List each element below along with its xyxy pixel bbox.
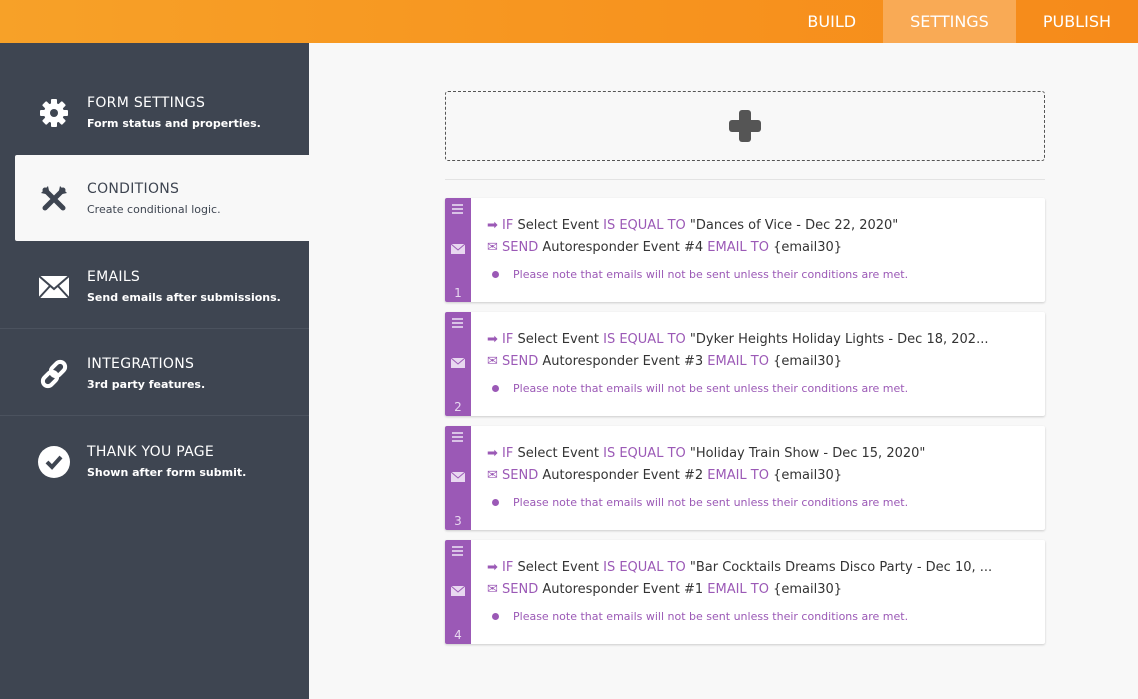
condition-field: Select Event bbox=[517, 560, 599, 575]
condition-value: "Holiday Train Show - Dec 15, 2020" bbox=[689, 446, 926, 461]
tab-publish[interactable]: PUBLISH bbox=[1016, 0, 1138, 43]
envelope-icon bbox=[451, 358, 465, 368]
email-field: {email30} bbox=[773, 582, 843, 597]
condition-number: 2 bbox=[454, 400, 462, 414]
send-keyword: SEND bbox=[502, 240, 539, 255]
send-keyword: SEND bbox=[502, 354, 539, 369]
sidebar-item-subtitle: 3rd party features. bbox=[87, 378, 206, 391]
email-to-keyword: EMAIL TO bbox=[707, 582, 769, 597]
email-to-keyword: EMAIL TO bbox=[707, 240, 769, 255]
condition-card[interactable]: 1 ➡ IF Select Event IS EQUAL TO "Dances … bbox=[445, 198, 1045, 302]
email-field: {email30} bbox=[773, 240, 843, 255]
if-keyword: IF bbox=[502, 560, 514, 575]
bullet-icon bbox=[492, 499, 499, 506]
operator-keyword: IS EQUAL TO bbox=[603, 560, 686, 575]
plus-icon bbox=[729, 110, 761, 142]
condition-value: "Bar Cocktails Dreams Disco Party - Dec … bbox=[689, 560, 993, 575]
sidebar-item-subtitle: Form status and properties. bbox=[87, 117, 261, 130]
email-field: {email30} bbox=[773, 354, 843, 369]
arrow-right-icon: ➡ bbox=[487, 332, 498, 347]
sidebar-item-form-settings[interactable]: FORM SETTINGS Form status and properties… bbox=[0, 69, 309, 155]
operator-keyword: IS EQUAL TO bbox=[603, 218, 686, 233]
condition-number: 1 bbox=[454, 286, 462, 300]
condition-strip: 4 bbox=[445, 540, 471, 644]
sidebar-item-title: THANK YOU PAGE bbox=[87, 444, 215, 460]
send-keyword: SEND bbox=[502, 468, 539, 483]
sidebar-item-subtitle: Create conditional logic. bbox=[87, 203, 221, 216]
sidebar-item-subtitle: Send emails after submissions. bbox=[87, 291, 281, 304]
condition-card[interactable]: 2 ➡ IF Select Event IS EQUAL TO "Dyker H… bbox=[445, 312, 1045, 416]
action-target: Autoresponder Event #1 bbox=[542, 582, 704, 597]
envelope-icon bbox=[451, 244, 465, 254]
envelope-icon: ✉ bbox=[487, 582, 498, 597]
conditions-icon bbox=[38, 183, 70, 215]
if-keyword: IF bbox=[502, 332, 514, 347]
sidebar-item-title: CONDITIONS bbox=[87, 181, 180, 197]
link-icon bbox=[38, 358, 70, 390]
condition-note: Please note that emails will not be sent… bbox=[513, 610, 909, 623]
arrow-right-icon: ➡ bbox=[487, 560, 498, 575]
condition-field: Select Event bbox=[517, 332, 599, 347]
condition-number: 4 bbox=[454, 628, 462, 642]
envelope-icon: ✉ bbox=[487, 468, 498, 483]
drag-handle-icon[interactable] bbox=[452, 546, 463, 558]
tab-settings[interactable]: SETTINGS bbox=[883, 0, 1016, 43]
drag-handle-icon[interactable] bbox=[452, 318, 463, 330]
envelope-icon: ✉ bbox=[487, 354, 498, 369]
if-keyword: IF bbox=[502, 446, 514, 461]
arrow-right-icon: ➡ bbox=[487, 218, 498, 233]
email-to-keyword: EMAIL TO bbox=[707, 354, 769, 369]
top-bar: BUILD SETTINGS PUBLISH bbox=[0, 0, 1138, 43]
sidebar-item-integrations[interactable]: INTEGRATIONS 3rd party features. bbox=[0, 330, 309, 416]
condition-number: 3 bbox=[454, 514, 462, 528]
sidebar-item-emails[interactable]: EMAILS Send emails after submissions. bbox=[0, 243, 309, 329]
email-to-keyword: EMAIL TO bbox=[707, 468, 769, 483]
condition-note: Please note that emails will not be sent… bbox=[513, 268, 909, 281]
drag-handle-icon[interactable] bbox=[452, 432, 463, 444]
bullet-icon bbox=[492, 385, 499, 392]
condition-note: Please note that emails will not be sent… bbox=[513, 496, 909, 509]
sidebar-item-thank-you-page[interactable]: THANK YOU PAGE Shown after form submit. bbox=[0, 418, 309, 504]
operator-keyword: IS EQUAL TO bbox=[603, 446, 686, 461]
gear-icon bbox=[38, 97, 70, 129]
sidebar-item-conditions[interactable]: CONDITIONS Create conditional logic. bbox=[15, 155, 309, 241]
condition-value: "Dyker Heights Holiday Lights - Dec 18, … bbox=[689, 332, 989, 347]
condition-note: Please note that emails will not be sent… bbox=[513, 382, 909, 395]
send-keyword: SEND bbox=[502, 582, 539, 597]
operator-keyword: IS EQUAL TO bbox=[603, 332, 686, 347]
condition-card[interactable]: 4 ➡ IF Select Event IS EQUAL TO "Bar Coc… bbox=[445, 540, 1045, 644]
condition-strip: 2 bbox=[445, 312, 471, 416]
sidebar-item-title: FORM SETTINGS bbox=[87, 95, 206, 111]
envelope-icon bbox=[451, 586, 465, 596]
sidebar-item-title: INTEGRATIONS bbox=[87, 356, 195, 372]
condition-strip: 3 bbox=[445, 426, 471, 530]
divider bbox=[445, 179, 1045, 180]
condition-card[interactable]: 3 ➡ IF Select Event IS EQUAL TO "Holiday… bbox=[445, 426, 1045, 530]
sidebar-item-title: EMAILS bbox=[87, 269, 141, 285]
bullet-icon bbox=[492, 271, 499, 278]
condition-field: Select Event bbox=[517, 446, 599, 461]
sidebar-item-subtitle: Shown after form submit. bbox=[87, 466, 247, 479]
tab-build[interactable]: BUILD bbox=[780, 0, 883, 43]
condition-strip: 1 bbox=[445, 198, 471, 302]
condition-field: Select Event bbox=[517, 218, 599, 233]
arrow-right-icon: ➡ bbox=[487, 446, 498, 461]
envelope-icon bbox=[451, 472, 465, 482]
email-field: {email30} bbox=[773, 468, 843, 483]
condition-value: "Dances of Vice - Dec 22, 2020" bbox=[689, 218, 899, 233]
action-target: Autoresponder Event #2 bbox=[542, 468, 704, 483]
action-target: Autoresponder Event #3 bbox=[542, 354, 704, 369]
envelope-icon bbox=[38, 271, 70, 303]
action-target: Autoresponder Event #4 bbox=[542, 240, 704, 255]
envelope-icon: ✉ bbox=[487, 240, 498, 255]
bullet-icon bbox=[492, 613, 499, 620]
drag-handle-icon[interactable] bbox=[452, 204, 463, 216]
check-circle-icon bbox=[38, 446, 70, 478]
add-condition-button[interactable] bbox=[445, 91, 1045, 161]
sidebar: FORM SETTINGS Form status and properties… bbox=[0, 43, 309, 699]
if-keyword: IF bbox=[502, 218, 514, 233]
